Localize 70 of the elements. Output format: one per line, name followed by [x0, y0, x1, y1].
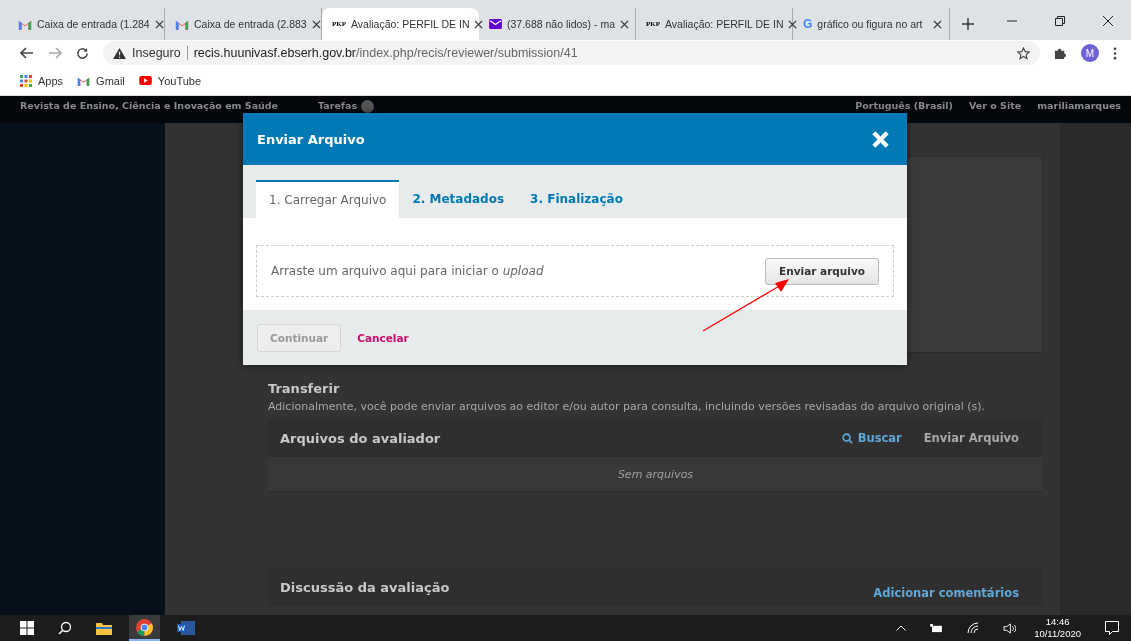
upload-button[interactable]: Enviar arquivo — [765, 257, 879, 285]
restore-icon[interactable] — [1055, 16, 1065, 26]
word-icon[interactable] — [177, 621, 195, 635]
clock-time[interactable]: 14:46 — [1045, 616, 1070, 628]
search-icon[interactable] — [58, 621, 72, 635]
journal-title[interactable]: Revista de Ensino, Ciência e Inovação em Saúde — [20, 100, 279, 111]
speaker-icon[interactable] — [1003, 622, 1017, 634]
star-icon[interactable] — [1017, 46, 1030, 60]
bookmark-link[interactable]: Gmail — [77, 74, 125, 87]
notification-icon[interactable] — [1105, 621, 1119, 635]
play-icon — [138, 76, 152, 85]
bookmark-link[interactable]: YouTube — [138, 74, 202, 87]
section-description: Adicionalmente, você pode enviar arquivos ao editor e/ou autor para consulta, incluindo versões revisadas do arquivo original (s). — [268, 400, 987, 413]
address-bar[interactable]: Inseguro recis.huunivasf.ebserh.gov.br/index.php/recis/reviewer/submission/41 — [103, 41, 1040, 65]
section-title: Transferir — [268, 381, 341, 396]
step-tab[interactable]: 1. Carregar Arquivo — [256, 180, 400, 218]
language-link[interactable]: Português (Brasil) — [855, 100, 953, 111]
user-menu[interactable]: mariliamarques — [1037, 100, 1121, 111]
grid-title: Discussão da avaliação — [280, 579, 451, 595]
drop-hint: Arraste um arquivo aqui para iniciar o upload — [271, 264, 544, 278]
chrome-icon[interactable] — [136, 618, 153, 636]
caret-up-icon[interactable] — [896, 625, 907, 631]
menu-icon[interactable] — [1113, 46, 1117, 60]
tab-title: (37.688 não lidos) - ma — [507, 18, 615, 30]
step-tab[interactable]: 2. Metadados — [399, 180, 518, 218]
tab-title: Caixa de entrada (1.284 — [37, 18, 150, 30]
tab-title: Avaliação: PERFIL DE IN — [665, 18, 784, 30]
envelope-icon — [489, 19, 502, 29]
reload-icon[interactable] — [76, 46, 89, 60]
google-icon: G — [803, 17, 813, 31]
cancel-link[interactable]: Cancelar — [357, 331, 409, 344]
close-icon[interactable] — [788, 19, 798, 29]
warning-icon — [113, 47, 126, 59]
close-icon[interactable] — [1103, 16, 1113, 26]
profile-avatar[interactable]: M — [1081, 44, 1099, 62]
back-arrow-icon[interactable] — [20, 47, 34, 59]
tasks-link[interactable]: Tarefas — [318, 100, 358, 111]
apps-grid-icon — [20, 74, 32, 87]
puzzle-icon[interactable] — [1054, 46, 1067, 60]
gmail-icon — [18, 18, 32, 30]
count-badge — [361, 100, 375, 113]
clock-date[interactable]: 10/11/2020 — [1034, 628, 1081, 640]
security-label: Inseguro — [132, 46, 181, 60]
folder-icon[interactable] — [96, 621, 112, 635]
battery-icon[interactable] — [930, 623, 944, 633]
windows-start-icon[interactable] — [20, 621, 34, 635]
dialog-title: Enviar Arquivo — [257, 131, 365, 147]
gmail-icon — [77, 75, 91, 86]
grid-title: Arquivos do avaliador — [280, 430, 442, 446]
upload-link[interactable]: Enviar Arquivo — [923, 431, 1019, 445]
wifi-icon[interactable] — [967, 622, 980, 634]
tab-title: Avaliação: PERFIL DE IN — [351, 18, 470, 30]
url-text: recis.huunivasf.ebserh.gov.br/index.php/recis/reviewer/submission/41 — [193, 46, 578, 60]
gmail-icon — [175, 18, 189, 30]
search-icon — [841, 432, 853, 444]
close-icon[interactable] — [474, 19, 484, 29]
search-link[interactable]: Buscar — [841, 431, 902, 445]
close-icon[interactable] — [154, 19, 164, 29]
add-comment-link[interactable]: Adicionar comentários — [873, 586, 1019, 600]
close-icon[interactable] — [311, 19, 321, 29]
bookmark-link[interactable]: Apps — [20, 74, 64, 87]
step-tab[interactable]: 3. Finalização — [517, 180, 636, 218]
new-tab-icon[interactable] — [962, 18, 974, 30]
empty-message: Sem arquivos — [268, 457, 1043, 492]
tab-title: Caixa de entrada (2.883 — [194, 18, 307, 30]
close-icon[interactable] — [620, 19, 629, 29]
tab-title: gráfico ou figura no art — [817, 18, 924, 30]
drop-zone[interactable]: Arraste um arquivo aqui para iniciar o upload Enviar arquivo — [256, 245, 894, 297]
view-site-link[interactable]: Ver o Site — [968, 100, 1022, 111]
close-icon[interactable] — [933, 19, 942, 29]
